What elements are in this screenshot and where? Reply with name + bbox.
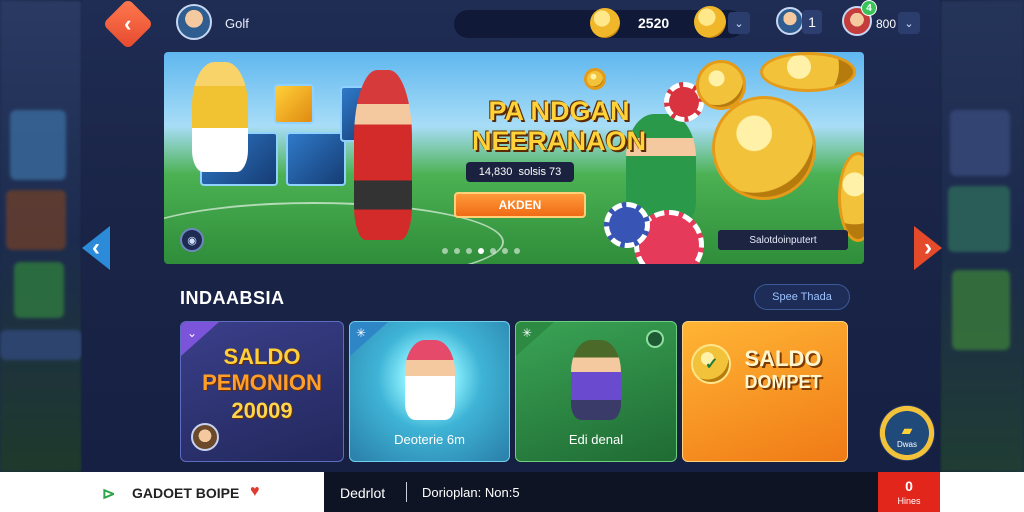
floating-action-button[interactable]: ▰ Dwas	[879, 405, 935, 461]
hero-caption: Salotdoinputert	[718, 230, 848, 250]
status-text-2: Dorioplan: Non:5	[422, 485, 520, 500]
friend-avatar[interactable]	[776, 7, 804, 35]
coin-icon	[590, 8, 620, 38]
coin-icon	[584, 68, 606, 90]
card-badge-icon	[646, 330, 664, 348]
carousel-dot[interactable]	[502, 248, 508, 254]
back-arrow-icon: ‹	[124, 10, 132, 36]
hero-action-button[interactable]: AKDEN	[454, 192, 586, 218]
coin-dropdown-button[interactable]: ⌄	[728, 12, 750, 34]
fab-label: Dwas	[896, 439, 917, 449]
bottom-bar: ⊳ GADOET BOIPE ♥ Dedrlot Dorioplan: Non:…	[82, 472, 940, 512]
carousel-dot[interactable]	[490, 248, 496, 254]
card-character	[571, 340, 621, 420]
exit-label: Hines	[897, 496, 921, 506]
game-screen: ‹ Golf 2520 ⌄ 1 4 800 ⌄ PA NDGAN NEERANA…	[0, 0, 1024, 512]
coin-stack-icon	[694, 6, 726, 38]
card-avatar	[191, 423, 219, 451]
background-right-panel	[940, 0, 1024, 472]
folder-icon: ▰	[901, 421, 913, 438]
carousel-dot[interactable]	[454, 248, 460, 254]
info-icon: ◉	[187, 234, 197, 247]
hero-banner[interactable]: PA NDGAN NEERANAON 14,830 solsis 73 AKDE…	[164, 52, 864, 264]
notification-count: 1	[802, 10, 822, 34]
carousel-dots	[442, 248, 520, 254]
hero-info-badge[interactable]: ◉	[180, 228, 204, 252]
exit-button[interactable]: 0 Hines	[878, 472, 940, 512]
back-button[interactable]: ‹	[102, 0, 154, 50]
banner-screen-tile	[286, 132, 346, 186]
card-title-line1: SALDO	[744, 346, 822, 371]
coin-icon	[696, 60, 746, 110]
hero-title-line2: NEERANAON	[471, 126, 646, 156]
score-value: 800	[876, 17, 897, 31]
carousel-dot[interactable]	[478, 248, 484, 254]
card-label: Edi denal	[568, 432, 624, 447]
top-bar: ‹ Golf 2520 ⌄ 1 4 800 ⌄	[82, 0, 940, 50]
section-see-all-link[interactable]: Spee Thada	[754, 284, 850, 310]
status-area: Dedrlot Dorioplan: Non:5	[324, 472, 878, 512]
game-card-deoterie[interactable]: ✳ Deoterie 6m	[349, 321, 510, 462]
hero-subtitle: 14,830 solsis 73	[466, 162, 574, 182]
card-tag: ✳	[350, 322, 388, 356]
coin-balance: 2520	[638, 15, 670, 31]
big-coin-icon	[712, 96, 816, 200]
card-tag: ✳	[516, 322, 554, 356]
background-left-panel	[0, 0, 82, 472]
bottom-edge-right	[940, 472, 1024, 512]
coin-icon	[838, 152, 864, 242]
chevron-down-icon: ⌄	[904, 17, 914, 30]
profile-dropdown-button[interactable]: ⌄	[898, 12, 920, 34]
card-title-line1: SALDO	[223, 344, 301, 369]
carousel-dot[interactable]	[442, 248, 448, 254]
brand-area: ⊳ GADOET BOIPE ♥	[82, 472, 324, 512]
section-title: INDAABSIA	[180, 288, 285, 308]
brand-name: GADOET BOIPE	[132, 485, 240, 501]
game-card-edi-denal[interactable]: ✳ Edi denal	[515, 321, 677, 462]
card-label: Deoterie 6m	[394, 432, 465, 447]
card-title-line2: DOMPET	[744, 372, 822, 392]
user-name: Golf	[225, 16, 249, 31]
heart-icon: ♥	[250, 483, 260, 500]
chevron-down-icon: ⌄	[187, 326, 198, 340]
user-avatar[interactable]	[176, 4, 212, 40]
exit-icon: 0	[905, 478, 913, 494]
level-badge: 4	[861, 0, 877, 16]
sparkle-icon: ✳	[356, 326, 367, 340]
game-card-saldo-pemonion[interactable]: ⌄ SALDO PEMONION 20009	[180, 321, 344, 462]
pitch-line	[164, 202, 504, 264]
card-character	[404, 340, 455, 420]
player-character-yellow	[192, 62, 248, 172]
game-card-saldo-dompet[interactable]: SALDO DOMPET	[682, 321, 848, 462]
status-text-1: Dedrlot	[340, 485, 386, 501]
sparkle-icon: ✳	[522, 326, 533, 340]
coin-stack-icon	[760, 52, 856, 92]
player-character-red	[354, 70, 412, 240]
carousel-dot[interactable]	[466, 248, 472, 254]
hero-title-line1: PA NDGAN	[488, 96, 630, 126]
hero-title: PA NDGAN NEERANAON	[434, 96, 684, 156]
card-title-line2: PEMONION	[202, 370, 322, 395]
chevron-down-icon: ⌄	[734, 17, 744, 30]
casino-chip-icon	[604, 202, 650, 248]
brand-logo-icon: ⊳	[102, 486, 116, 503]
banner-screen-tile	[274, 84, 314, 124]
bottom-edge-left	[0, 472, 82, 512]
card-title-line3: 20009	[231, 398, 293, 423]
carousel-dot[interactable]	[514, 248, 520, 254]
divider	[406, 482, 407, 502]
